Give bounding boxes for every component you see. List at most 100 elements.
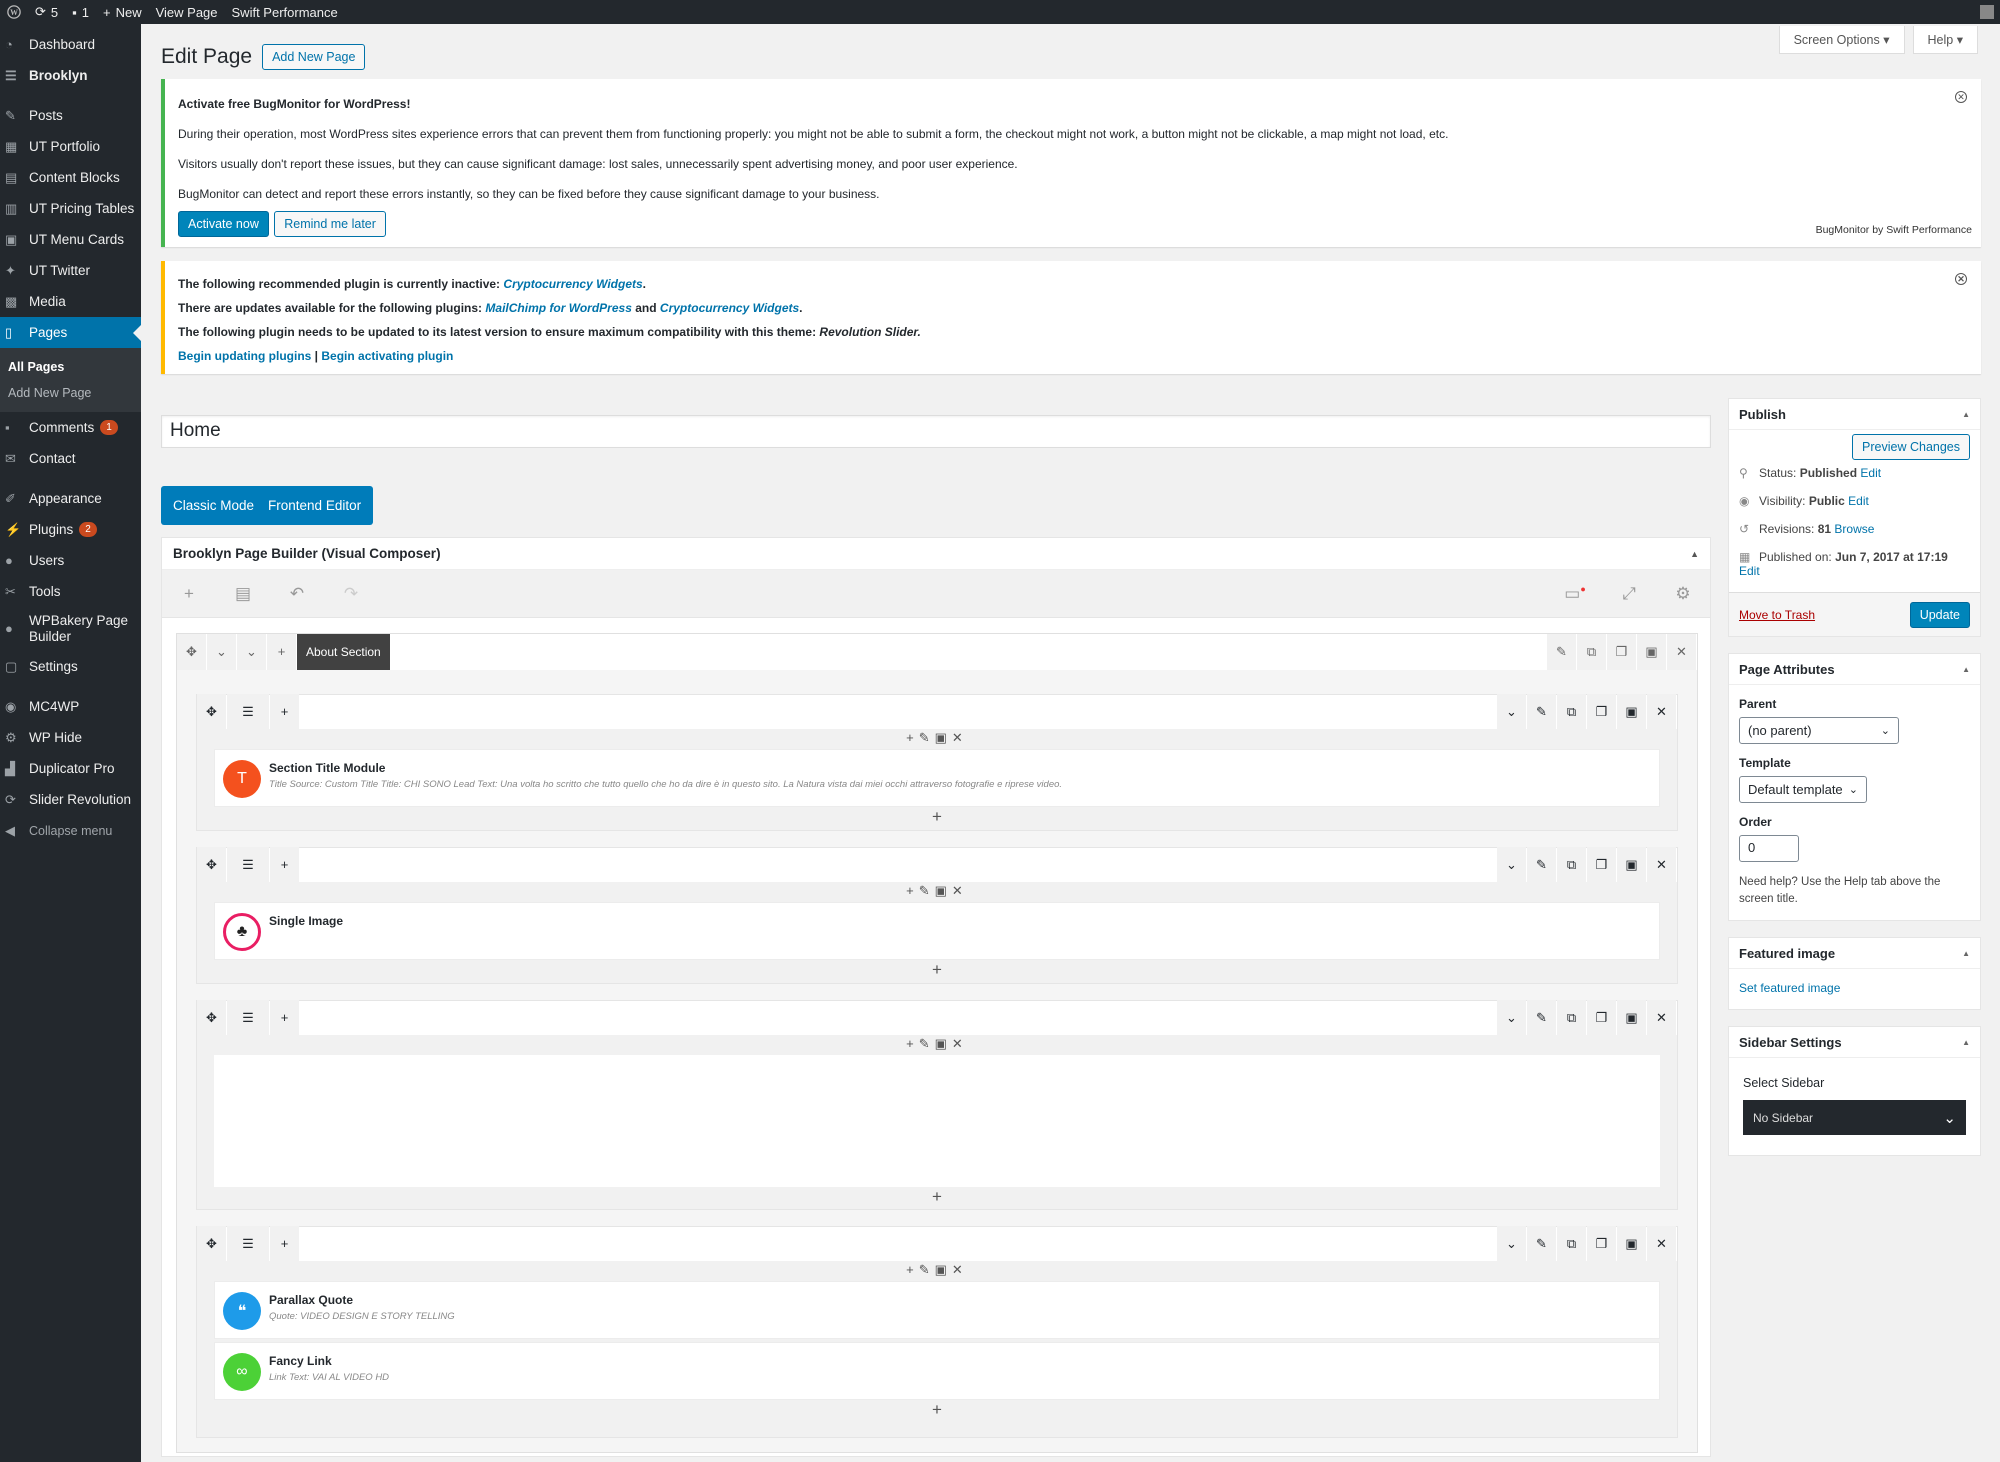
move-to-trash-link[interactable]: Move to Trash xyxy=(1739,608,1815,622)
menu-appearance[interactable]: ✐ Appearance xyxy=(0,483,141,514)
clone-icon[interactable]: ⧉ xyxy=(1557,847,1586,883)
dismiss-icon[interactable]: ✕ xyxy=(1955,273,1967,285)
toggle-arrow-icon[interactable]: ▲ xyxy=(1962,410,1970,419)
add-element-icon[interactable]: + xyxy=(162,584,216,604)
builder-header[interactable]: Brooklyn Page Builder (Visual Composer) ▲ xyxy=(162,538,1710,570)
paste-icon[interactable]: ▣ xyxy=(1617,694,1646,730)
activate-now-button[interactable]: Activate now xyxy=(178,211,269,237)
browse-revisions-link[interactable]: Browse xyxy=(1834,522,1874,536)
menu-slider-revolution[interactable]: ⟳ Slider Revolution xyxy=(0,784,141,815)
copy-icon[interactable]: ❐ xyxy=(1587,694,1616,730)
copy-icon[interactable]: ❐ xyxy=(1587,1000,1616,1036)
gear-icon[interactable]: ⚙ xyxy=(1656,584,1710,604)
add-element-icon[interactable]: + xyxy=(197,960,1677,982)
add-element-icon[interactable]: + xyxy=(197,807,1677,829)
menu-content-blocks[interactable]: ▤ Content Blocks xyxy=(0,162,141,193)
close-icon[interactable]: ✕ xyxy=(1647,1226,1676,1262)
column-controls[interactable]: +✎▣✕ xyxy=(197,1035,1677,1055)
toggle-arrow-icon[interactable]: ▲ xyxy=(1962,1038,1970,1047)
paste-icon[interactable]: ▣ xyxy=(1617,1226,1646,1262)
move-icon[interactable]: ✥ xyxy=(197,1226,226,1262)
submenu-add-new-page[interactable]: Add New Page xyxy=(0,380,141,406)
begin-updating-link[interactable]: Begin updating plugins xyxy=(178,349,311,363)
help-button[interactable]: Help ▾ xyxy=(1912,26,1978,54)
element-single-image[interactable]: ♣ Single Image xyxy=(214,902,1660,960)
fullscreen-icon[interactable]: ⤢ xyxy=(1602,584,1656,604)
clone-icon[interactable]: ⧉ xyxy=(1557,1226,1586,1262)
chevron-down-icon[interactable]: ⌄ xyxy=(1497,847,1526,883)
menu-mc4wp[interactable]: ◉ MC4WP xyxy=(0,691,141,722)
undo-icon[interactable]: ↶ xyxy=(270,584,324,604)
sidebar-settings-header[interactable]: Sidebar Settings ▲ xyxy=(1729,1027,1980,1058)
collapse-menu[interactable]: ◀ Collapse menu xyxy=(0,815,141,846)
set-featured-image-link[interactable]: Set featured image xyxy=(1739,981,1840,995)
frontend-editor-button[interactable]: Frontend Editor xyxy=(261,498,368,513)
copy-icon[interactable]: ❐ xyxy=(1607,634,1636,670)
clone-icon[interactable]: ⧉ xyxy=(1577,634,1606,670)
menu-ut-portfolio[interactable]: ▦ UT Portfolio xyxy=(0,131,141,162)
move-icon[interactable]: ✥ xyxy=(177,634,206,670)
toggle-arrow-icon[interactable]: ▲ xyxy=(1962,949,1970,958)
update-button[interactable]: Update xyxy=(1909,601,1970,628)
menu-contact[interactable]: ✉ Contact xyxy=(0,443,141,474)
templates-icon[interactable]: ▤ xyxy=(216,584,270,604)
menu-users[interactable]: ● Users xyxy=(0,545,141,576)
menu-dashboard[interactable]: ◔ Dashboard xyxy=(0,29,141,60)
publish-header[interactable]: Publish ▲ xyxy=(1729,399,1980,430)
move-icon[interactable]: ✥ xyxy=(197,847,226,883)
column-controls[interactable]: +✎▣✕ xyxy=(197,1261,1677,1281)
new-content-link[interactable]: + New xyxy=(96,0,149,24)
copy-icon[interactable]: ❐ xyxy=(1587,1226,1616,1262)
menu-ut-pricing-tables[interactable]: ▥ UT Pricing Tables xyxy=(0,193,141,224)
order-input[interactable]: 0 xyxy=(1739,835,1799,862)
edit-visibility-link[interactable]: Edit xyxy=(1848,494,1869,508)
begin-activating-link[interactable]: Begin activating plugin xyxy=(321,349,453,363)
menu-ut-twitter[interactable]: ✦ UT Twitter xyxy=(0,255,141,286)
add-new-page-button[interactable]: Add New Page xyxy=(262,44,366,70)
menu-duplicator-pro[interactable]: ▟ Duplicator Pro xyxy=(0,753,141,784)
post-title-input[interactable]: Home xyxy=(161,415,1711,448)
avatar[interactable] xyxy=(1974,0,2000,24)
edit-icon[interactable]: ✎ xyxy=(1527,847,1556,883)
chevron-down-icon[interactable]: ⌄ xyxy=(1497,1226,1526,1262)
add-icon[interactable]: + xyxy=(270,1226,299,1262)
toggle-arrow-icon[interactable]: ▲ xyxy=(1962,665,1970,674)
menu-pages[interactable]: ▯ Pages xyxy=(0,317,141,348)
close-icon[interactable]: ✕ xyxy=(1647,847,1676,883)
column-controls[interactable]: +✎▣✕ xyxy=(197,729,1677,749)
element-parallax-quote[interactable]: ❝ Parallax Quote Quote: VIDEO DESIGN E ST… xyxy=(214,1281,1660,1339)
featured-image-header[interactable]: Featured image ▲ xyxy=(1729,938,1980,969)
edit-icon[interactable]: ✎ xyxy=(1527,694,1556,730)
column-controls[interactable]: +✎▣✕ xyxy=(197,882,1677,902)
menu-settings[interactable]: ▢ Settings xyxy=(0,651,141,682)
close-icon[interactable]: ✕ xyxy=(1667,634,1696,670)
menu-comments[interactable]: ▪ Comments 1 xyxy=(0,412,141,443)
toggle-arrow-icon[interactable]: ▲ xyxy=(1690,549,1699,559)
menu-posts[interactable]: ✎ Posts xyxy=(0,100,141,131)
parent-select[interactable]: (no parent) ⌄ xyxy=(1739,717,1899,744)
cryptocurrency-widgets-link[interactable]: Cryptocurrency Widgets xyxy=(503,277,642,291)
double-chevron-icon[interactable]: ⌄ xyxy=(237,634,266,670)
remind-later-button[interactable]: Remind me later xyxy=(274,211,386,237)
sidebar-select[interactable]: No Sidebar ⌄ xyxy=(1743,1100,1966,1135)
move-icon[interactable]: ✥ xyxy=(197,1000,226,1036)
menu-ut-menu-cards[interactable]: ▣ UT Menu Cards xyxy=(0,224,141,255)
chevron-down-icon[interactable]: ⌄ xyxy=(207,634,236,670)
clone-icon[interactable]: ⧉ xyxy=(1557,694,1586,730)
add-icon[interactable]: + xyxy=(270,694,299,730)
screen-options-button[interactable]: Screen Options ▾ xyxy=(1778,26,1905,54)
edit-icon[interactable]: ✎ xyxy=(1547,634,1576,670)
page-attributes-header[interactable]: Page Attributes ▲ xyxy=(1729,654,1980,685)
template-select[interactable]: Default template ⌄ xyxy=(1739,776,1867,803)
classic-mode-button[interactable]: Classic Mode xyxy=(166,498,261,513)
edit-status-link[interactable]: Edit xyxy=(1860,466,1881,480)
drag-handle-icon[interactable]: ☰ xyxy=(227,847,269,883)
menu-brooklyn[interactable]: ☰ Brooklyn xyxy=(0,60,141,91)
empty-column[interactable] xyxy=(214,1055,1660,1187)
cryptocurrency-widgets-link[interactable]: Cryptocurrency Widgets xyxy=(660,301,799,315)
edit-icon[interactable]: ✎ xyxy=(1527,1226,1556,1262)
drag-handle-icon[interactable]: ☰ xyxy=(227,1226,269,1262)
view-page-link[interactable]: View Page xyxy=(149,0,225,24)
submenu-all-pages[interactable]: All Pages xyxy=(0,354,141,380)
paste-icon[interactable]: ▣ xyxy=(1617,847,1646,883)
